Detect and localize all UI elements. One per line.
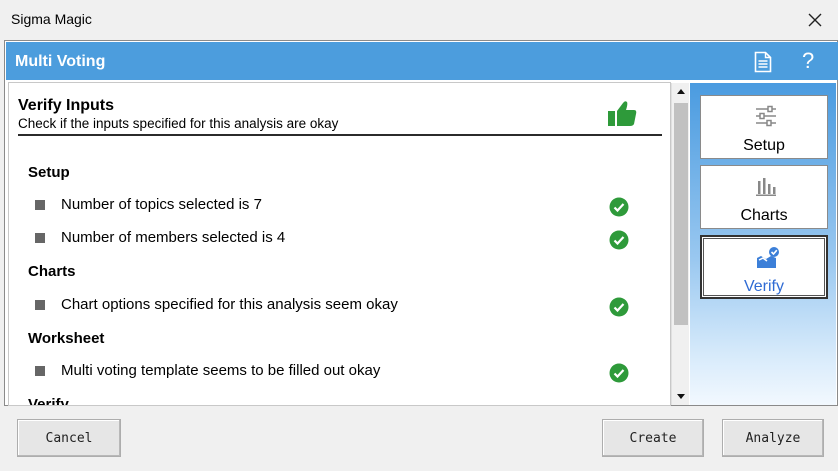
scroll-up-button[interactable] xyxy=(672,84,690,100)
help-icon[interactable]: ? xyxy=(802,48,814,74)
verify-subtitle: Check if the inputs specified for this a… xyxy=(18,116,339,131)
sidebar-item-label: Charts xyxy=(740,207,788,224)
bullet xyxy=(35,233,45,243)
sidebar-item-charts[interactable]: Charts xyxy=(700,165,828,229)
bullet xyxy=(35,366,45,376)
bar-chart-icon xyxy=(756,178,776,196)
vertical-scrollbar[interactable] xyxy=(671,83,689,405)
window-title: Sigma Magic xyxy=(11,11,92,27)
section-title-verify: Verify xyxy=(28,396,69,406)
analyze-button[interactable]: Analyze xyxy=(722,419,824,457)
panel-header: Multi Voting ? xyxy=(6,42,838,80)
verify-heading: Verify Inputs Check if the inputs specif… xyxy=(18,97,338,131)
scroll-down-button[interactable] xyxy=(672,388,690,404)
list-item: Number of members selected is 4 xyxy=(35,227,635,250)
heading-divider xyxy=(18,134,662,136)
list-item: Multi voting template seems to be filled… xyxy=(35,360,635,383)
panel-title: Multi Voting xyxy=(15,53,106,70)
bullet xyxy=(35,300,45,310)
section-title-setup: Setup xyxy=(28,164,70,181)
check-circle-icon xyxy=(609,230,629,250)
item-text: Chart options specified for this analysi… xyxy=(61,296,398,313)
sidebar-item-label: Verify xyxy=(743,278,784,295)
create-button[interactable]: Create xyxy=(602,419,704,457)
verify-title: Verify Inputs xyxy=(18,97,115,114)
scroll-thumb[interactable] xyxy=(674,103,688,325)
cancel-button[interactable]: Cancel xyxy=(17,419,121,457)
close-icon xyxy=(808,13,822,27)
title-bar: Sigma Magic xyxy=(0,0,838,40)
check-circle-icon xyxy=(609,297,629,317)
triangle-up-icon xyxy=(677,89,685,94)
list-item: Chart options specified for this analysi… xyxy=(35,294,635,317)
list-item: Number of topics selected is 7 xyxy=(35,194,635,217)
close-button[interactable] xyxy=(800,6,830,34)
item-text: Number of members selected is 4 xyxy=(61,229,286,246)
section-title-charts: Charts xyxy=(28,263,76,280)
section-title-worksheet: Worksheet xyxy=(28,330,105,347)
sidebar-item-setup[interactable]: Setup xyxy=(700,95,828,159)
document-icon[interactable] xyxy=(754,51,772,73)
thumbs-up-icon xyxy=(608,101,637,126)
bullet xyxy=(35,200,45,210)
verify-panel: Verify Inputs Check if the inputs specif… xyxy=(8,82,671,406)
verify-icon xyxy=(757,247,779,268)
check-circle-icon xyxy=(609,197,629,217)
sidebar: Setup Charts Verify xyxy=(690,83,836,405)
sliders-icon xyxy=(756,105,776,127)
item-text: Number of topics selected is 7 xyxy=(61,196,262,213)
sidebar-item-label: Setup xyxy=(743,137,785,154)
item-text: Multi voting template seems to be filled… xyxy=(61,362,381,379)
triangle-down-icon xyxy=(677,394,685,399)
check-circle-icon xyxy=(609,363,629,383)
sidebar-item-verify[interactable]: Verify xyxy=(700,235,828,299)
